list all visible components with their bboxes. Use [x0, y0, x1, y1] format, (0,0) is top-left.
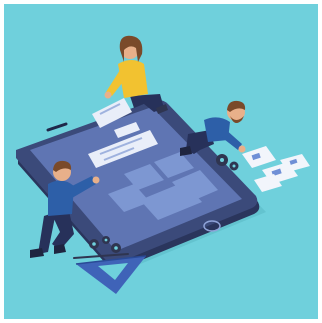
man-right-hand [238, 145, 246, 153]
illustration-frame [4, 4, 318, 319]
man-left-shirt [48, 180, 74, 216]
gear-hole [114, 246, 118, 250]
man-left-hand [92, 176, 100, 184]
gear-hole [92, 242, 96, 246]
gear-hole [232, 164, 236, 168]
woman-hand [104, 91, 112, 99]
gear-hole [220, 158, 224, 162]
app-development-illustration [4, 4, 318, 319]
gear-hole [104, 238, 108, 242]
